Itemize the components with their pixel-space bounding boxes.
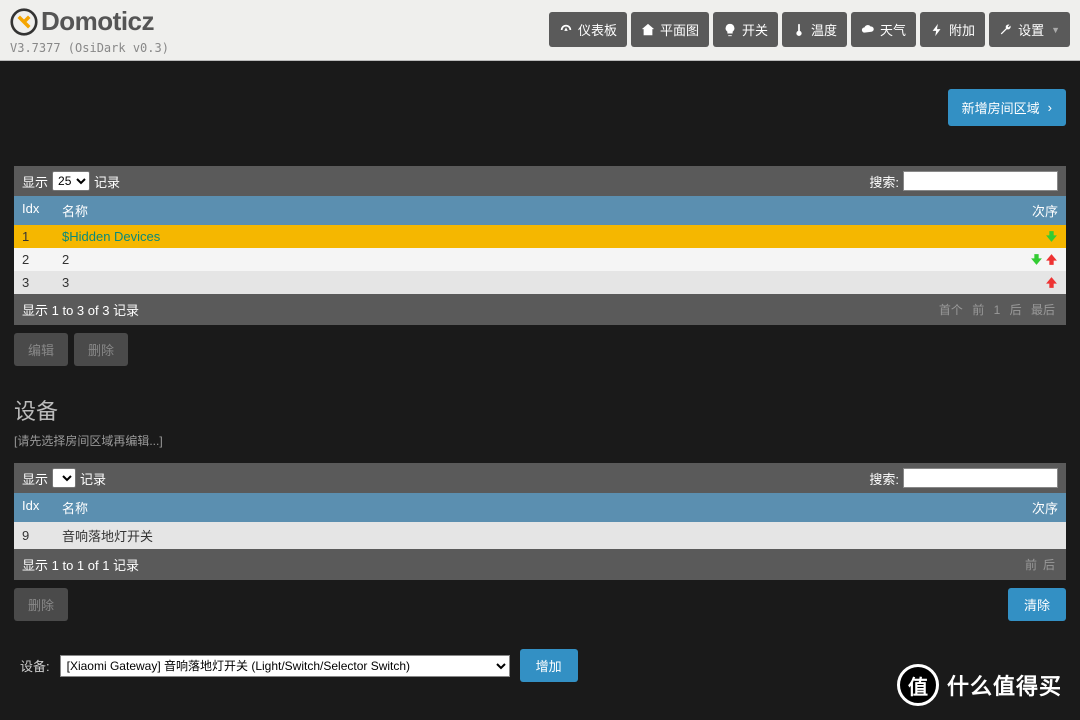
- rooms-record-count: 显示 1 to 3 of 3 记录: [22, 300, 139, 319]
- pager-prev[interactable]: 前: [972, 303, 984, 317]
- devices-table-header: Idx 名称 次序: [14, 493, 1066, 522]
- devices-hint: [请先选择房间区域再编辑...]: [14, 432, 1066, 449]
- chevron-right-icon: ›: [1048, 100, 1052, 115]
- main-nav: 仪表板 平面图 开关 温度 天气 附加 设置▼: [549, 12, 1070, 47]
- arrow-up-icon[interactable]: [1045, 276, 1058, 289]
- delete-button[interactable]: 删除: [74, 333, 128, 366]
- devices-pagesize-select[interactable]: [52, 468, 76, 488]
- nav-utility[interactable]: 附加: [920, 12, 985, 47]
- add-device-button[interactable]: 增加: [520, 649, 578, 682]
- nav-weather[interactable]: 天气: [851, 12, 916, 47]
- app-name: Domoticz: [41, 6, 154, 37]
- search-label: 搜索:: [869, 172, 899, 191]
- device-delete-button[interactable]: 删除: [14, 588, 68, 621]
- col-order[interactable]: 次序: [998, 498, 1058, 517]
- col-name[interactable]: 名称: [62, 498, 998, 517]
- rooms-table-header: Idx 名称 次序: [14, 196, 1066, 225]
- table-row[interactable]: 3 3: [14, 271, 1066, 294]
- devices-table-toolbar: 显示 记录 搜索:: [14, 463, 1066, 493]
- top-bar: Domoticz V3.7377 (OsiDark v0.3) 仪表板 平面图 …: [0, 0, 1080, 61]
- rooms-table: 显示 25 记录 搜索: Idx 名称 次序 1 $Hidden Devices…: [14, 166, 1066, 325]
- table-row[interactable]: 2 2: [14, 248, 1066, 271]
- col-name[interactable]: 名称: [62, 201, 998, 220]
- records-label: 记录: [80, 469, 106, 488]
- add-room-button[interactable]: 新增房间区域›: [948, 89, 1066, 126]
- rooms-table-toolbar: 显示 25 记录 搜索:: [14, 166, 1066, 196]
- device-select[interactable]: [Xiaomi Gateway] 音响落地灯开关 (Light/Switch/S…: [60, 655, 510, 677]
- col-idx[interactable]: Idx: [22, 201, 62, 220]
- show-label: 显示: [22, 469, 48, 488]
- pager-first[interactable]: 首个: [939, 303, 963, 317]
- thermometer-icon: [792, 23, 806, 37]
- nav-settings[interactable]: 设置▼: [989, 12, 1070, 47]
- col-idx[interactable]: Idx: [22, 498, 62, 517]
- rooms-search-input[interactable]: [903, 171, 1058, 191]
- bulb-icon: [723, 23, 737, 37]
- clear-button[interactable]: 清除: [1008, 588, 1066, 621]
- devices-table-footer: 显示 1 to 1 of 1 记录 前后: [14, 549, 1066, 580]
- rooms-table-footer: 显示 1 to 3 of 3 记录 首个 前 1 后 最后: [14, 294, 1066, 325]
- arrow-down-icon[interactable]: [1030, 253, 1043, 266]
- devices-table: 显示 记录 搜索: Idx 名称 次序 9 音响落地灯开关 显示 1 to 1 …: [14, 463, 1066, 580]
- pager-next[interactable]: 后: [1010, 303, 1022, 317]
- logo-area: Domoticz V3.7377 (OsiDark v0.3): [10, 6, 169, 55]
- chevron-down-icon: ▼: [1051, 25, 1060, 35]
- edit-button[interactable]: 编辑: [14, 333, 68, 366]
- devices-section-title: 设备: [14, 394, 1066, 426]
- bolt-icon: [930, 23, 944, 37]
- pager-last[interactable]: 最后: [1031, 303, 1055, 317]
- watermark: 值 什么值得买: [897, 664, 1062, 706]
- devices-pager: 前后: [1022, 556, 1058, 573]
- table-row[interactable]: 9 音响落地灯开关: [14, 522, 1066, 549]
- logo-icon: [10, 8, 38, 36]
- rooms-pager: 首个 前 1 后 最后: [936, 301, 1058, 318]
- gauge-icon: [559, 23, 573, 37]
- search-label: 搜索:: [869, 469, 899, 488]
- home-icon: [641, 23, 655, 37]
- logo[interactable]: Domoticz: [10, 6, 169, 37]
- nav-temperature[interactable]: 温度: [782, 12, 847, 47]
- device-label: 设备:: [20, 656, 50, 675]
- nav-dashboard[interactable]: 仪表板: [549, 12, 627, 47]
- watermark-text: 什么值得买: [947, 669, 1062, 701]
- nav-floorplan[interactable]: 平面图: [631, 12, 709, 47]
- devices-record-count: 显示 1 to 1 of 1 记录: [22, 555, 139, 574]
- table-row[interactable]: 1 $Hidden Devices: [14, 225, 1066, 248]
- arrow-up-icon[interactable]: [1045, 253, 1058, 266]
- cloud-icon: [861, 23, 875, 37]
- devices-search-input[interactable]: [903, 468, 1058, 488]
- show-label: 显示: [22, 172, 48, 191]
- pager-next[interactable]: 后: [1043, 558, 1055, 572]
- col-order[interactable]: 次序: [998, 201, 1058, 220]
- rooms-pagesize-select[interactable]: 25: [52, 171, 90, 191]
- pager-prev[interactable]: 前: [1025, 558, 1037, 572]
- wrench-icon: [999, 23, 1013, 37]
- version-text: V3.7377 (OsiDark v0.3): [10, 41, 169, 55]
- records-label: 记录: [94, 172, 120, 191]
- arrow-down-icon[interactable]: [1045, 230, 1058, 243]
- pager-page: 1: [994, 303, 1001, 317]
- nav-switches[interactable]: 开关: [713, 12, 778, 47]
- watermark-badge: 值: [897, 664, 939, 706]
- main-content: 新增房间区域› 显示 25 记录 搜索: Idx 名称 次序 1 $Hidden…: [0, 89, 1080, 682]
